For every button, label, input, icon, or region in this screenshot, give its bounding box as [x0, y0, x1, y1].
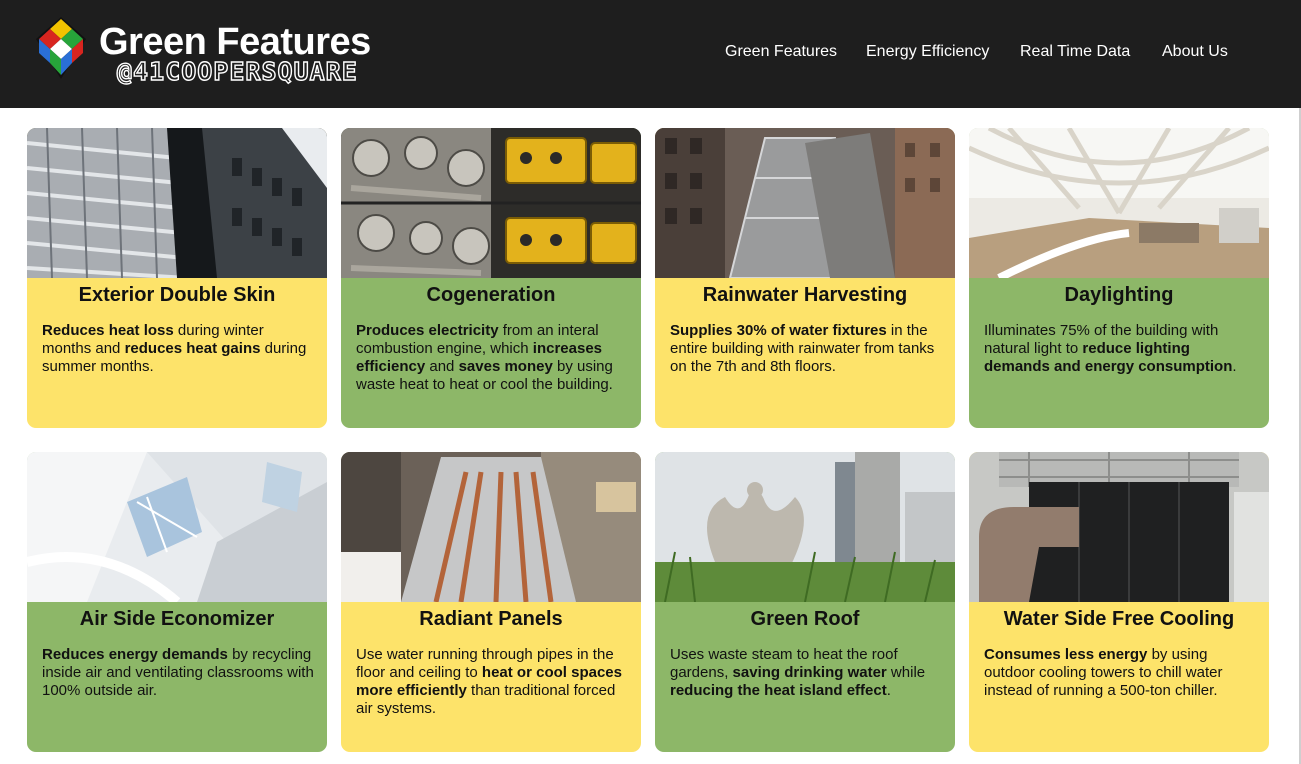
emphasis-text: Reduces energy demands — [42, 646, 228, 663]
emphasis-text: reducing the heat island effect — [670, 682, 887, 699]
emphasis-text: Reduces heat loss — [42, 322, 174, 339]
card-description: Illuminates 75% of the building with nat… — [984, 322, 1258, 376]
emphasis-text: reduces heat gains — [124, 340, 261, 357]
card-title: Daylighting — [1064, 284, 1174, 306]
emphasis-text: Supplies 30% of water fixtures — [670, 322, 887, 339]
card-water-side-free-cooling[interactable]: Water Side Free Cooling Consumes less en… — [969, 452, 1269, 752]
card-description: Uses waste steam to heat the roof garden… — [670, 646, 944, 700]
card-rainwater-harvesting[interactable]: Rainwater Harvesting Supplies 30% of wat… — [655, 128, 955, 428]
main-nav: Green Features Energy Efficiency Real Ti… — [0, 42, 1301, 64]
card-description: Produces electricity from an interal com… — [356, 322, 630, 394]
card-title: Radiant Panels — [419, 608, 563, 630]
card-cogeneration[interactable]: Cogeneration Produces electricity from a… — [341, 128, 641, 428]
card-daylighting[interactable]: Daylighting Illuminates 75% of the build… — [969, 128, 1269, 428]
nav-energy-efficiency[interactable]: Energy Efficiency — [866, 42, 989, 62]
perforated-facade-photo — [27, 128, 327, 278]
card-green-roof[interactable]: Green Roof Uses waste steam to heat the … — [655, 452, 955, 752]
white-interior-photo — [27, 452, 327, 602]
body-text: and — [425, 358, 459, 375]
card-title: Cogeneration — [426, 284, 556, 306]
card-title: Water Side Free Cooling — [1003, 608, 1235, 630]
nav-about-us[interactable]: About Us — [1162, 42, 1228, 62]
card-description: Reduces energy demands by recycling insi… — [42, 646, 316, 700]
card-description: Use water running through pipes in the f… — [356, 646, 630, 718]
card-description: Supplies 30% of water fixtures in the en… — [670, 322, 944, 376]
body-text: while — [886, 664, 926, 681]
card-radiant-panels[interactable]: Radiant Panels Use water running through… — [341, 452, 641, 752]
body-text: . — [886, 682, 891, 699]
emphasis-text: Produces electricity — [356, 322, 499, 339]
body-text: . — [1232, 358, 1237, 375]
card-air-side-economizer[interactable]: Air Side Economizer Reduces energy deman… — [27, 452, 327, 752]
emphasis-text: saves money — [458, 358, 553, 375]
emphasis-text: saving drinking water — [732, 664, 887, 681]
card-description: Reduces heat loss during winter months a… — [42, 322, 316, 376]
emphasis-text: Consumes less energy — [984, 646, 1148, 663]
card-title: Air Side Economizer — [79, 608, 275, 630]
card-exterior-double-skin[interactable]: Exterior Double Skin Reduces heat loss d… — [27, 128, 327, 428]
engine-photo — [341, 128, 641, 278]
nav-green-features[interactable]: Green Features — [725, 42, 837, 62]
rooftop-photo — [655, 128, 955, 278]
radiant-pipes-photo — [341, 452, 641, 602]
eagle-garden-photo — [655, 452, 955, 602]
card-description: Consumes less energy by using outdoor co… — [984, 646, 1258, 700]
site-header: Green Features @41COOPERSQUARE Green Fea… — [0, 0, 1301, 108]
card-title: Exterior Double Skin — [78, 284, 276, 306]
nav-real-time-data[interactable]: Real Time Data — [1020, 42, 1130, 62]
card-title: Green Roof — [750, 608, 860, 630]
card-title: Rainwater Harvesting — [702, 284, 908, 306]
atrium-photo — [969, 128, 1269, 278]
cooling-tower-photo — [969, 452, 1269, 602]
